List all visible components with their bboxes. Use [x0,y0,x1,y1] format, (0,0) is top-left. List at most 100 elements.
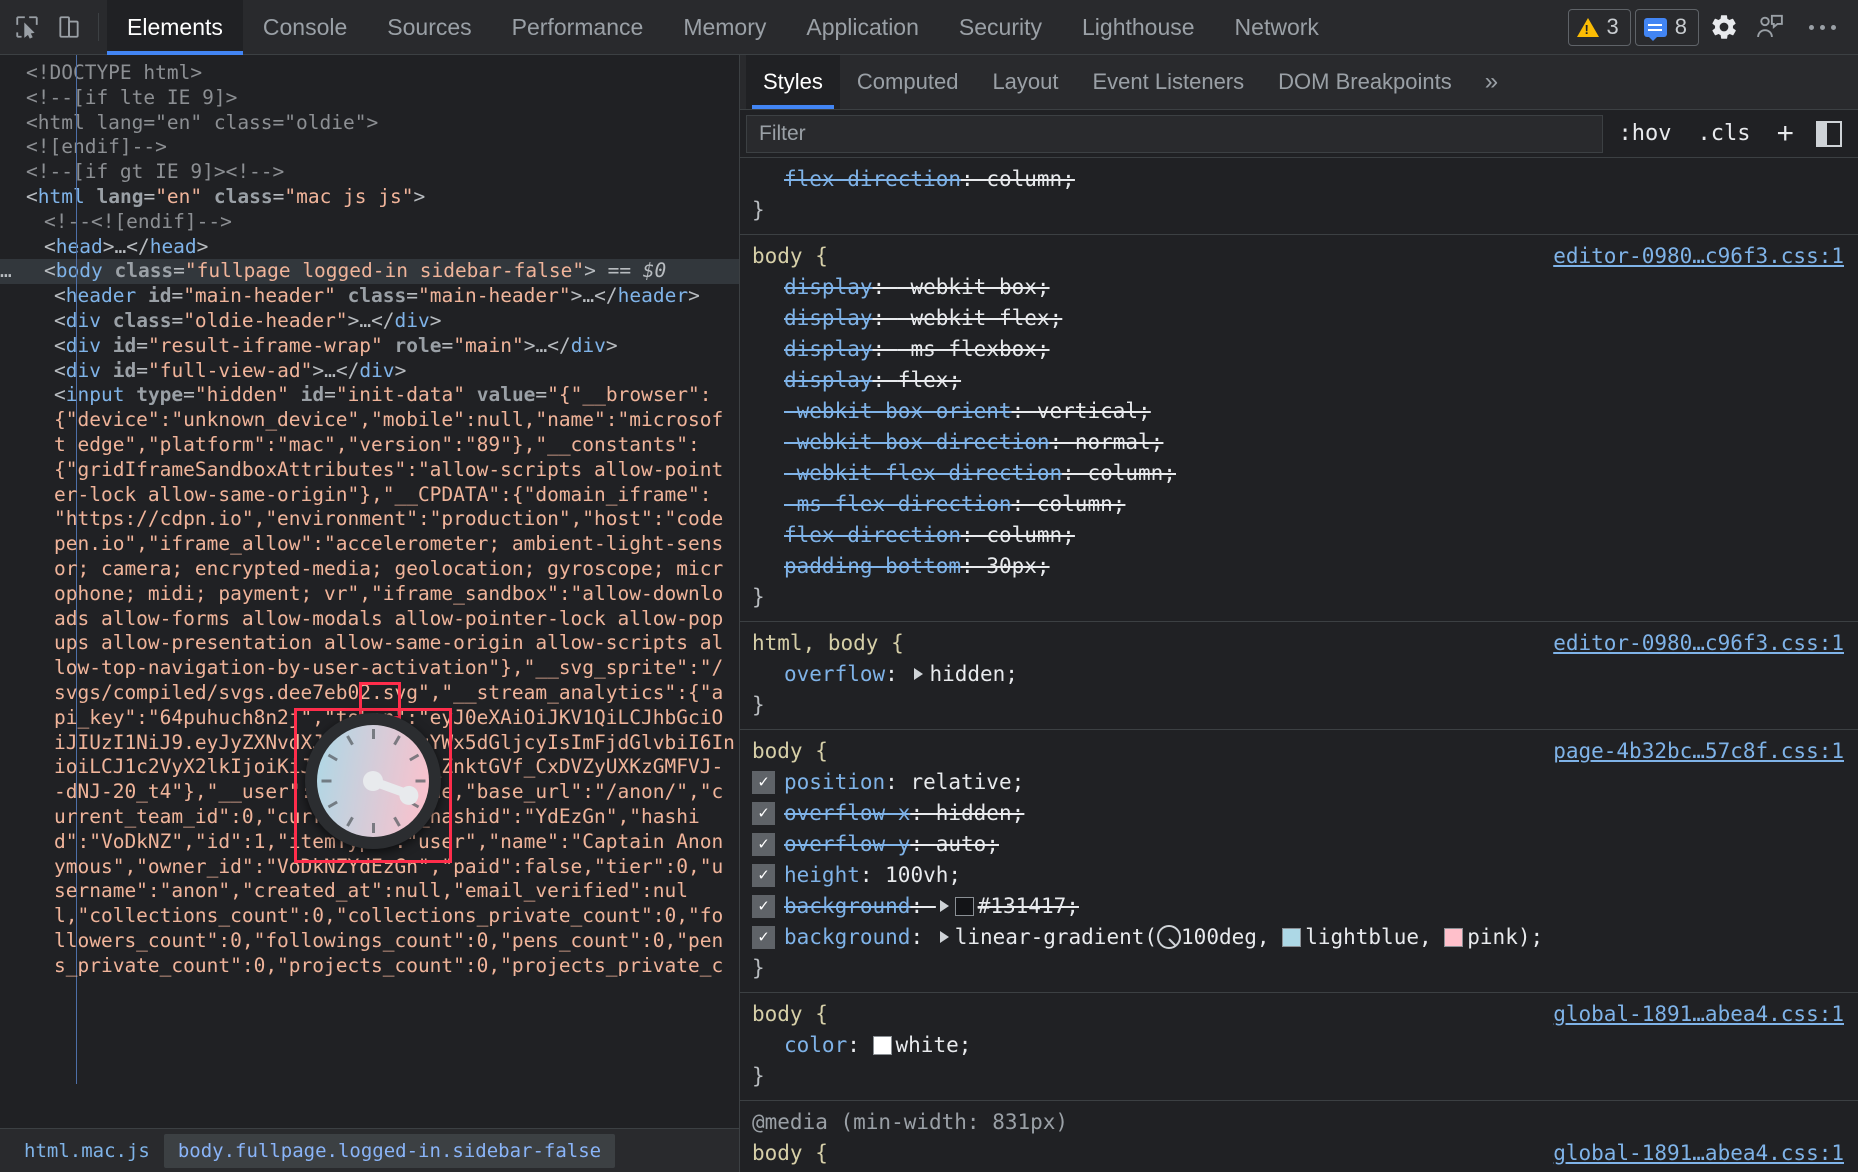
dom-attribute-wrap-line[interactable]: s_private_count":0,"projects_count":0,"p… [0,954,739,979]
css-declaration[interactable]: background: #131417; [740,891,1858,922]
css-selector[interactable]: body { [752,999,828,1030]
css-declaration[interactable]: -ms-flex-direction: column; [740,489,1858,520]
css-source-link[interactable]: page-4b32bc…57c8f.css:1 [1553,736,1844,767]
toggle-sidebar-icon[interactable] [1816,121,1842,147]
css-property-name[interactable]: height [784,863,860,887]
dom-attribute-wrap-line[interactable]: {"device":"unknown_device","mobile":null… [0,408,739,433]
css-property-name[interactable]: display [784,275,873,299]
device-toolbar-icon[interactable] [48,6,90,48]
declaration-enabled-checkbox[interactable] [752,864,775,887]
chevron-double-right-icon[interactable]: » [1469,55,1514,109]
breadcrumb-item-html[interactable]: html.mac.js [10,1134,164,1168]
declaration-enabled-checkbox[interactable] [752,833,775,856]
color-swatch[interactable] [873,1036,892,1055]
css-property-value[interactable]: 100vh; [885,863,961,887]
dom-attribute-wrap-line[interactable]: l,"collections_count":0,"collections_pri… [0,904,739,929]
css-property-name[interactable]: display [784,368,873,392]
dom-tree-line[interactable]: <input type="hidden" id="init-data" valu… [0,383,739,408]
css-source-link[interactable]: global-1891…abea4.css:1 [1553,999,1844,1030]
dom-tree-line[interactable]: <html lang="en" class="mac js js"> [0,185,739,210]
tab-layout[interactable]: Layout [975,55,1075,109]
css-property-value[interactable]: hidden; [936,801,1025,825]
css-property-value[interactable]: relative; [910,770,1024,794]
css-property-value[interactable]: flex; [898,368,961,392]
css-property-name[interactable]: -webkit-box-orient [784,399,1012,423]
css-declaration[interactable]: overflow-x: hidden; [740,798,1858,829]
tab-computed[interactable]: Computed [840,55,976,109]
css-source-link[interactable]: editor-0980…c96f3.css:1 [1553,628,1844,659]
css-property-value[interactable]: vertical; [1037,399,1151,423]
dom-attribute-wrap-line[interactable]: t edge","platform":"mac","version":"89"}… [0,433,739,458]
css-property-value[interactable]: #131417; [978,894,1079,918]
angle-clock-picker[interactable] [305,713,441,849]
declaration-enabled-checkbox[interactable] [752,895,775,918]
css-property-name[interactable]: background [784,894,910,918]
dom-tree-line[interactable]: <!--<![endif]--> [0,210,739,235]
dom-tree[interactable]: <!DOCTYPE html><!--[if lte IE 9]><html l… [0,55,739,1128]
css-property-value[interactable]: column; [986,523,1075,547]
gradient-stop-value[interactable]: pink); [1467,925,1543,949]
css-declaration[interactable]: display: -ms-flexbox; [740,334,1858,365]
css-property-name[interactable]: display [784,306,873,330]
css-property-name[interactable]: -ms-flex-direction [784,492,1012,516]
css-declaration[interactable]: display: flex; [740,365,1858,396]
dom-attribute-wrap-line[interactable]: pen.io","iframe_allow":"accelerometer; a… [0,532,739,557]
css-declaration[interactable]: position: relative; [740,767,1858,798]
filter-input[interactable] [746,115,1603,153]
css-declaration[interactable]: display: -webkit-box; [740,272,1858,303]
dom-tree-line[interactable]: <head>…</head> [0,235,739,260]
tab-sources[interactable]: Sources [367,0,491,55]
dom-tree-line[interactable]: <div id="result-iframe-wrap" role="main"… [0,334,739,359]
css-source-link[interactable]: editor-0980…c96f3.css:1 [1553,241,1844,272]
css-selector[interactable]: body { [752,736,828,767]
inspect-element-icon[interactable] [6,6,48,48]
css-property-name[interactable]: flex-direction [784,167,961,191]
declaration-enabled-checkbox[interactable] [752,771,775,794]
dom-attribute-wrap-line[interactable]: {"gridIframeSandboxAttributes":"allow-sc… [0,458,739,483]
css-property-name[interactable]: -webkit-flex-direction [784,461,1062,485]
tab-memory[interactable]: Memory [663,0,786,55]
css-property-value[interactable]: -webkit-box; [898,275,1050,299]
css-rules-list[interactable]: flex-direction: column;}body {editor-098… [740,158,1858,1172]
css-selector[interactable]: html, body { [752,628,904,659]
css-declaration[interactable]: height: 100vh; [740,860,1858,891]
declaration-enabled-checkbox[interactable] [752,926,775,949]
css-property-name[interactable]: overflow-y [784,832,910,856]
css-declaration[interactable]: -webkit-flex-direction: column; [740,458,1858,489]
tab-security[interactable]: Security [939,0,1062,55]
breadcrumb-item-body[interactable]: body.fullpage.logged-in.sidebar-false [164,1134,615,1168]
css-property-value[interactable]: normal; [1075,430,1164,454]
css-property-name[interactable]: overflow [784,662,885,686]
css-property-value[interactable]: column; [1087,461,1176,485]
tab-elements[interactable]: Elements [107,0,243,55]
dom-attribute-wrap-line[interactable]: er-lock allow-same-origin"},"__CPDATA":{… [0,483,739,508]
expand-shorthand-icon[interactable] [940,931,949,943]
css-property-value[interactable]: column; [986,167,1075,191]
dom-attribute-wrap-line[interactable]: low-top-navigation-by-user-activation"},… [0,656,739,681]
dom-attribute-wrap-line[interactable]: ophone; midi; payment; vr","iframe_sandb… [0,582,739,607]
css-property-value[interactable]: 30px; [986,554,1049,578]
gear-icon[interactable] [1703,6,1745,48]
css-selector[interactable]: body { [752,241,828,272]
dom-tree-line[interactable]: <![endif]--> [0,135,739,160]
css-property-name[interactable]: display [784,337,873,361]
css-property-name[interactable]: overflow-x [784,801,910,825]
dom-tree-line-selected[interactable]: … <body class="fullpage logged-in sideba… [0,259,739,284]
css-declaration[interactable]: color: white; [740,1030,1858,1061]
css-declaration[interactable]: background: linear-gradient(100deg, ligh… [740,922,1858,953]
css-property-value[interactable]: hidden; [929,662,1018,686]
css-property-name[interactable]: -webkit-box-direction [784,430,1050,454]
dom-attribute-wrap-line[interactable]: ads allow-forms allow-modals allow-point… [0,607,739,632]
css-property-name[interactable]: position [784,770,885,794]
color-swatch[interactable] [955,897,974,916]
css-source-link[interactable]: global-1891…abea4.css:1 [1553,1138,1844,1169]
gradient-stop-value[interactable]: lightblue, [1305,925,1444,949]
css-declaration[interactable]: -webkit-box-direction: normal; [740,427,1858,458]
dom-attribute-wrap-line[interactable]: llowers_count":0,"followings_count":0,"p… [0,929,739,954]
dom-attribute-wrap-line[interactable]: sername":"anon","created_at":null,"email… [0,879,739,904]
dom-tree-line[interactable]: <div id="full-view-ad">…</div> [0,359,739,384]
css-declaration[interactable]: flex-direction: column; [740,164,1858,195]
dom-tree-line[interactable]: <header id="main-header" class="main-hea… [0,284,739,309]
gradient-angle-value[interactable]: 100deg, [1181,925,1282,949]
feedback-person-icon[interactable] [1749,6,1791,48]
